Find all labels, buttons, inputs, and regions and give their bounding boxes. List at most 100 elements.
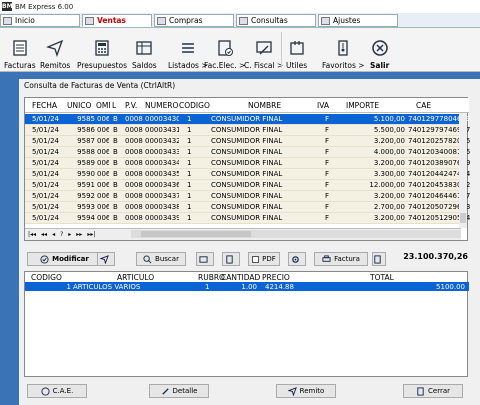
printer-icon: [322, 254, 331, 262]
salir-button[interactable]: Salir: [370, 30, 389, 70]
col-numero[interactable]: NUMERO: [145, 101, 178, 110]
config-button[interactable]: [288, 252, 306, 266]
dcol-precio: PRECIO: [262, 273, 290, 282]
cerrar-button[interactable]: Cerrar: [403, 384, 463, 398]
cell-iva: F: [325, 137, 330, 145]
cae-button[interactable]: C.A.E.: [27, 384, 87, 398]
modificar-button[interactable]: Modificar: [27, 252, 102, 266]
print-preview-button[interactable]: [196, 252, 214, 266]
send-button[interactable]: [97, 252, 115, 266]
col-cae[interactable]: CAE: [416, 101, 431, 110]
cell-codigo: 1: [187, 137, 192, 145]
facelec-button[interactable]: Fac.Elec. >: [204, 30, 245, 70]
table-row[interactable]: 5/01/24 9587 006 B 0008 00003432 1 CONSUMIDOR F…: [25, 136, 470, 147]
remitos-button[interactable]: Remitos: [40, 30, 70, 70]
cfiscal-button[interactable]: C. Fiscal >: [244, 30, 283, 70]
col-omi[interactable]: OMI: [96, 101, 111, 110]
tab-consultas[interactable]: Consultas: [236, 14, 316, 27]
cell-l: B: [113, 192, 118, 200]
factura-button[interactable]: Factura: [314, 252, 368, 266]
preview-icon: [199, 255, 208, 263]
facturas-button[interactable]: Facturas: [4, 30, 36, 70]
cell-l: B: [113, 126, 118, 134]
table-row[interactable]: 5/01/24 9586 006 B 0008 00003431 1 CONSUMIDOR F…: [25, 125, 470, 136]
col-fecha[interactable]: FECHA: [32, 101, 57, 110]
cell-l: B: [113, 214, 118, 222]
cell-numero: 00003432: [145, 137, 179, 145]
dcol-articulo: ARTICULO: [117, 273, 155, 282]
table-row[interactable]: 5/01/24 9594 006 B 0008 00003439 1 CONSUMIDOR F…: [25, 213, 470, 224]
cell-fecha: 5/01/24: [32, 192, 59, 200]
cell-pv: 0008: [125, 203, 143, 211]
next-page-icon[interactable]: ▸▸: [76, 231, 82, 238]
cell-nombre: CONSUMIDOR FINAL: [211, 148, 283, 156]
door-icon: [417, 386, 424, 396]
col-nombre[interactable]: NOMBRE: [248, 101, 281, 110]
col-unico[interactable]: UNICO: [67, 101, 91, 110]
utiles-button[interactable]: Utiles: [286, 30, 307, 70]
h-scroll-thumb[interactable]: [141, 231, 251, 237]
close-circle-icon: [371, 40, 388, 56]
calculator-icon: [374, 254, 381, 264]
col-importe[interactable]: IMPORTE: [346, 101, 379, 110]
cell-iva: F: [325, 181, 330, 189]
search-record-icon[interactable]: ?: [60, 231, 63, 238]
cell-iva: F: [325, 148, 330, 156]
cell-iva: F: [325, 126, 330, 134]
remito-button[interactable]: Remito: [276, 384, 336, 398]
cell-l: B: [113, 159, 118, 167]
cell-codigo: 1: [187, 126, 192, 134]
table-row[interactable]: 5/01/24 9592 006 B 0008 00003437 1 CONSUMIDOR F…: [25, 191, 470, 202]
table-row[interactable]: 5/01/24 9590 006 B 0008 00003435 1 CONSUMIDOR F…: [25, 169, 470, 180]
dcol-codigo: CODIGO: [31, 273, 62, 282]
col-codigo[interactable]: CODIGO: [179, 101, 210, 110]
ledger-icon: [136, 41, 152, 55]
calculator-button[interactable]: [372, 252, 386, 266]
table-row[interactable]: 5/01/24 9588 006 B 0008 00003433 1 CONSUMIDOR F…: [25, 147, 470, 158]
last-record-icon[interactable]: ▸▸|: [87, 231, 95, 238]
cell-numero: 00003435: [145, 170, 179, 178]
cell-numero: 00003436: [145, 181, 179, 189]
saldos-button[interactable]: Saldos: [132, 30, 157, 70]
scroll-thumb[interactable]: [460, 213, 466, 223]
col-iva[interactable]: IVA: [317, 101, 329, 110]
cell-importe: 3.300,00: [373, 170, 405, 178]
purchases-icon: [157, 16, 166, 25]
pdf-checkbox[interactable]: PDF: [248, 252, 280, 266]
cell-unico: 9593: [77, 203, 95, 211]
col-pv[interactable]: P.V.: [125, 101, 137, 110]
col-l[interactable]: L: [112, 101, 116, 110]
cell-fecha: 5/01/24: [32, 203, 59, 211]
app-logo: BM: [2, 2, 13, 11]
tab-inicio[interactable]: Inicio: [0, 14, 80, 27]
tab-ventas[interactable]: Ventas: [82, 14, 152, 27]
invoice-query-window: Consulta de Facturas de Venta (CtrlAltR)…: [19, 79, 480, 405]
cell-l: B: [113, 137, 118, 145]
vertical-scrollbar[interactable]: [459, 113, 467, 228]
cell-iva: F: [325, 214, 330, 222]
cell-codigo: 1: [187, 192, 192, 200]
table-row[interactable]: 5/01/24 9593 006 B 0008 00003438 1 CONSUMIDOR F…: [25, 202, 470, 213]
detail-row[interactable]: 1 ARTICULOS VARIOS 1 1.00 4214.88 5100.0…: [25, 282, 469, 291]
cell-omi: 006: [97, 214, 109, 222]
prev-record-icon[interactable]: ◂: [52, 231, 55, 238]
tab-compras[interactable]: Compras: [154, 14, 234, 27]
next-record-icon[interactable]: ▸: [68, 231, 71, 238]
detalle-button[interactable]: Detalle: [149, 384, 209, 398]
buscar-button[interactable]: Buscar: [136, 252, 186, 266]
tab-ajustes[interactable]: Ajustes: [318, 14, 398, 27]
prev-page-icon[interactable]: ◂◂: [41, 231, 47, 238]
table-row[interactable]: 5/01/24 9591 006 B 0008 00003436 1 CONSUMIDOR F…: [25, 180, 470, 191]
listados-button[interactable]: Listados >: [168, 30, 208, 70]
table-row[interactable]: 5/01/24 9585 006 B 0008 00003430 1 CONSUMIDOR F…: [25, 114, 470, 125]
presupuestos-button[interactable]: Presupuestos: [77, 30, 127, 70]
favoritos-button[interactable]: Favoritos >: [322, 30, 365, 70]
first-record-icon[interactable]: |◂◂: [28, 231, 36, 238]
horizontal-scrollbar[interactable]: [131, 230, 461, 238]
cell-fecha: 5/01/24: [32, 115, 59, 123]
cell-fecha: 5/01/24: [32, 137, 59, 145]
document-button[interactable]: [222, 252, 240, 266]
e-invoice-icon: [218, 40, 233, 56]
table-row[interactable]: 5/01/24 9589 006 B 0008 00003434 1 CONSUMIDOR F…: [25, 158, 470, 169]
send-icon: [287, 386, 297, 396]
